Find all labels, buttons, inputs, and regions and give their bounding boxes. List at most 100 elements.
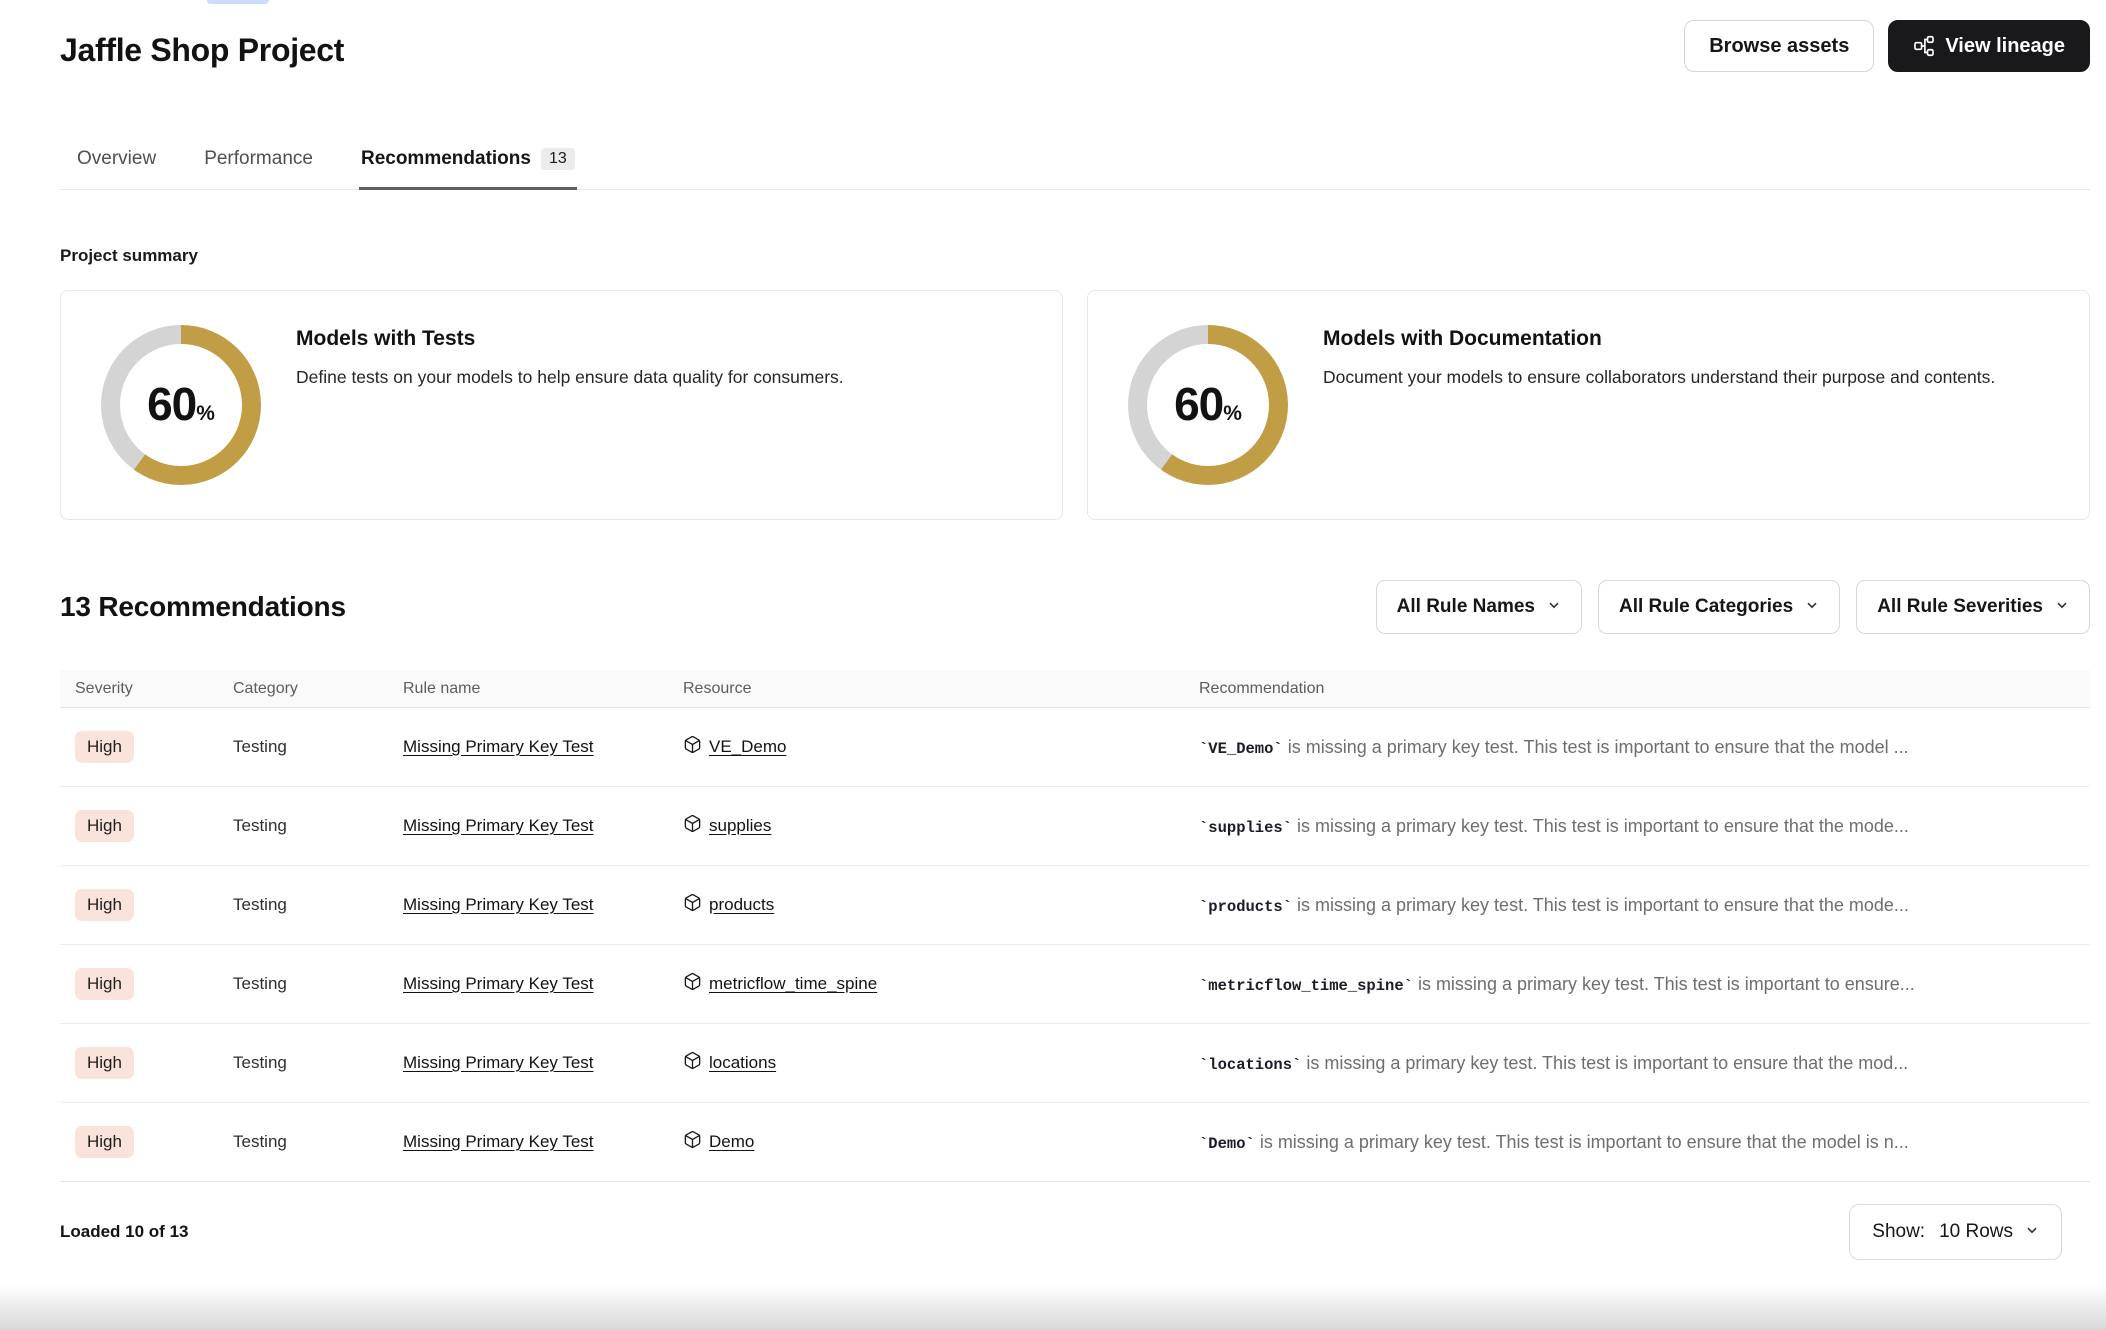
percent-sign: %: [196, 402, 215, 426]
resource-link[interactable]: supplies: [709, 816, 771, 836]
percent-value: 60: [1174, 377, 1223, 431]
recommendation-rest: is missing a primary key test. This test…: [1255, 1132, 1909, 1152]
severity-badge: High: [75, 810, 134, 842]
severity-badge: High: [75, 968, 134, 1000]
cube-icon: [683, 814, 702, 838]
severity-badge: High: [75, 1047, 134, 1079]
page: Jaffle Shop Project Browse assets View l…: [0, 0, 2106, 1330]
card-description: Document your models to ensure collabora…: [1323, 365, 1995, 390]
recommendation-text: `supplies` is missing a primary key test…: [1199, 816, 2090, 837]
column-header-category: Category: [233, 680, 403, 698]
tab-performance[interactable]: Performance: [202, 138, 315, 190]
card-title: Models with Documentation: [1323, 327, 1995, 351]
resource-link[interactable]: Demo: [709, 1132, 754, 1152]
category-label: Testing: [233, 816, 403, 836]
recommendation-text: `metricflow_time_spine` is missing a pri…: [1199, 974, 2090, 995]
table-row: High Testing Missing Primary Key Test su…: [60, 787, 2090, 866]
view-lineage-label: View lineage: [1945, 35, 2065, 58]
recommendations-header-row: 13 Recommendations All Rule Names All Ru…: [60, 580, 2090, 634]
recommendation-code: `supplies`: [1199, 819, 1292, 837]
chevron-down-icon: [1805, 596, 1819, 618]
filter-rule-severities-button[interactable]: All Rule Severities: [1856, 580, 2090, 634]
category-label: Testing: [233, 737, 403, 757]
lineage-icon: [1913, 35, 1935, 57]
filter-rule-categories-button[interactable]: All Rule Categories: [1598, 580, 1840, 634]
rule-name-link[interactable]: Missing Primary Key Test: [403, 1132, 594, 1151]
browse-assets-button[interactable]: Browse assets: [1684, 20, 1874, 72]
percent-donut-chart: 60 %: [101, 325, 261, 485]
table-footer: Loaded 10 of 13 Show: 10 Rows: [60, 1204, 2090, 1260]
severity-badge: High: [75, 889, 134, 921]
resource-link[interactable]: metricflow_time_spine: [709, 974, 877, 994]
card-text: Models with Tests Define tests on your m…: [296, 327, 844, 390]
column-header-resource: Resource: [683, 680, 1199, 698]
recommendation-rest: is missing a primary key test. This test…: [1292, 895, 1909, 915]
table-header-row: Severity Category Rule name Resource Rec…: [60, 670, 2090, 708]
recommendation-code: `Demo`: [1199, 1135, 1255, 1153]
column-header-recommendation: Recommendation: [1199, 680, 2090, 698]
summary-cards: 60 % Models with Tests Define tests on y…: [60, 290, 2090, 520]
filter-rule-categories-label: All Rule Categories: [1619, 596, 1793, 618]
chevron-down-icon: [2025, 1221, 2039, 1243]
filter-rule-severities-label: All Rule Severities: [1877, 596, 2043, 618]
category-label: Testing: [233, 1053, 403, 1073]
resource-link[interactable]: VE_Demo: [709, 737, 786, 757]
view-lineage-button[interactable]: View lineage: [1888, 20, 2090, 72]
browse-assets-label: Browse assets: [1709, 35, 1849, 58]
recommendation-text: `locations` is missing a primary key tes…: [1199, 1053, 2090, 1074]
rule-name-link[interactable]: Missing Primary Key Test: [403, 895, 594, 914]
percent-sign: %: [1223, 402, 1242, 426]
cube-icon: [683, 735, 702, 759]
show-rows-button[interactable]: Show: 10 Rows: [1849, 1204, 2062, 1260]
severity-badge: High: [75, 1126, 134, 1158]
rule-name-link[interactable]: Missing Primary Key Test: [403, 816, 594, 835]
percent-donut-chart: 60 %: [1128, 325, 1288, 485]
rule-name-link[interactable]: Missing Primary Key Test: [403, 974, 594, 993]
summary-card-documentation: 60 % Models with Documentation Document …: [1087, 290, 2090, 520]
recommendation-text: `Demo` is missing a primary key test. Th…: [1199, 1132, 2090, 1153]
column-header-rule-name: Rule name: [403, 680, 683, 698]
loaded-count-label: Loaded 10 of 13: [60, 1222, 188, 1242]
cube-icon: [683, 1051, 702, 1075]
severity-badge: High: [75, 731, 134, 763]
tab-recommendations[interactable]: Recommendations 13: [359, 138, 577, 190]
category-label: Testing: [233, 974, 403, 994]
filter-rule-names-button[interactable]: All Rule Names: [1376, 580, 1582, 634]
column-header-severity: Severity: [60, 680, 233, 698]
rule-name-link[interactable]: Missing Primary Key Test: [403, 737, 594, 756]
card-description: Define tests on your models to help ensu…: [296, 365, 844, 390]
tab-performance-label: Performance: [204, 148, 313, 170]
page-header: Jaffle Shop Project Browse assets View l…: [60, 0, 2090, 72]
recommendation-code: `locations`: [1199, 1056, 1301, 1074]
recommendation-rest: is missing a primary key test. This test…: [1301, 1053, 1908, 1073]
recommendations-count-badge: 13: [541, 148, 575, 170]
donut-value: 60 %: [101, 325, 261, 485]
show-label: Show:: [1872, 1221, 1925, 1243]
recommendation-code: `VE_Demo`: [1199, 740, 1283, 758]
recommendation-code: `products`: [1199, 898, 1292, 916]
table-row: High Testing Missing Primary Key Test VE…: [60, 708, 2090, 787]
filter-rule-names-label: All Rule Names: [1397, 596, 1535, 618]
percent-value: 60: [147, 377, 196, 431]
page-title: Jaffle Shop Project: [60, 32, 344, 69]
cube-icon: [683, 893, 702, 917]
recommendation-code: `metricflow_time_spine`: [1199, 977, 1413, 995]
category-label: Testing: [233, 1132, 403, 1152]
tab-overview[interactable]: Overview: [75, 138, 158, 190]
recommendation-rest: is missing a primary key test. This test…: [1283, 737, 1909, 757]
recommendation-text: `products` is missing a primary key test…: [1199, 895, 2090, 916]
top-edge-artifact: [207, 0, 269, 4]
chevron-down-icon: [2055, 596, 2069, 618]
header-actions: Browse assets View lineage: [1684, 20, 2090, 72]
project-summary-label: Project summary: [60, 246, 2090, 266]
tab-overview-label: Overview: [77, 148, 156, 170]
table-row: High Testing Missing Primary Key Test De…: [60, 1103, 2090, 1182]
card-title: Models with Tests: [296, 327, 844, 351]
table-row: High Testing Missing Primary Key Test lo…: [60, 1024, 2090, 1103]
recommendations-table: Severity Category Rule name Resource Rec…: [60, 670, 2090, 1182]
resource-link[interactable]: products: [709, 895, 774, 915]
cube-icon: [683, 1130, 702, 1154]
resource-link[interactable]: locations: [709, 1053, 776, 1073]
category-label: Testing: [233, 895, 403, 915]
rule-name-link[interactable]: Missing Primary Key Test: [403, 1053, 594, 1072]
